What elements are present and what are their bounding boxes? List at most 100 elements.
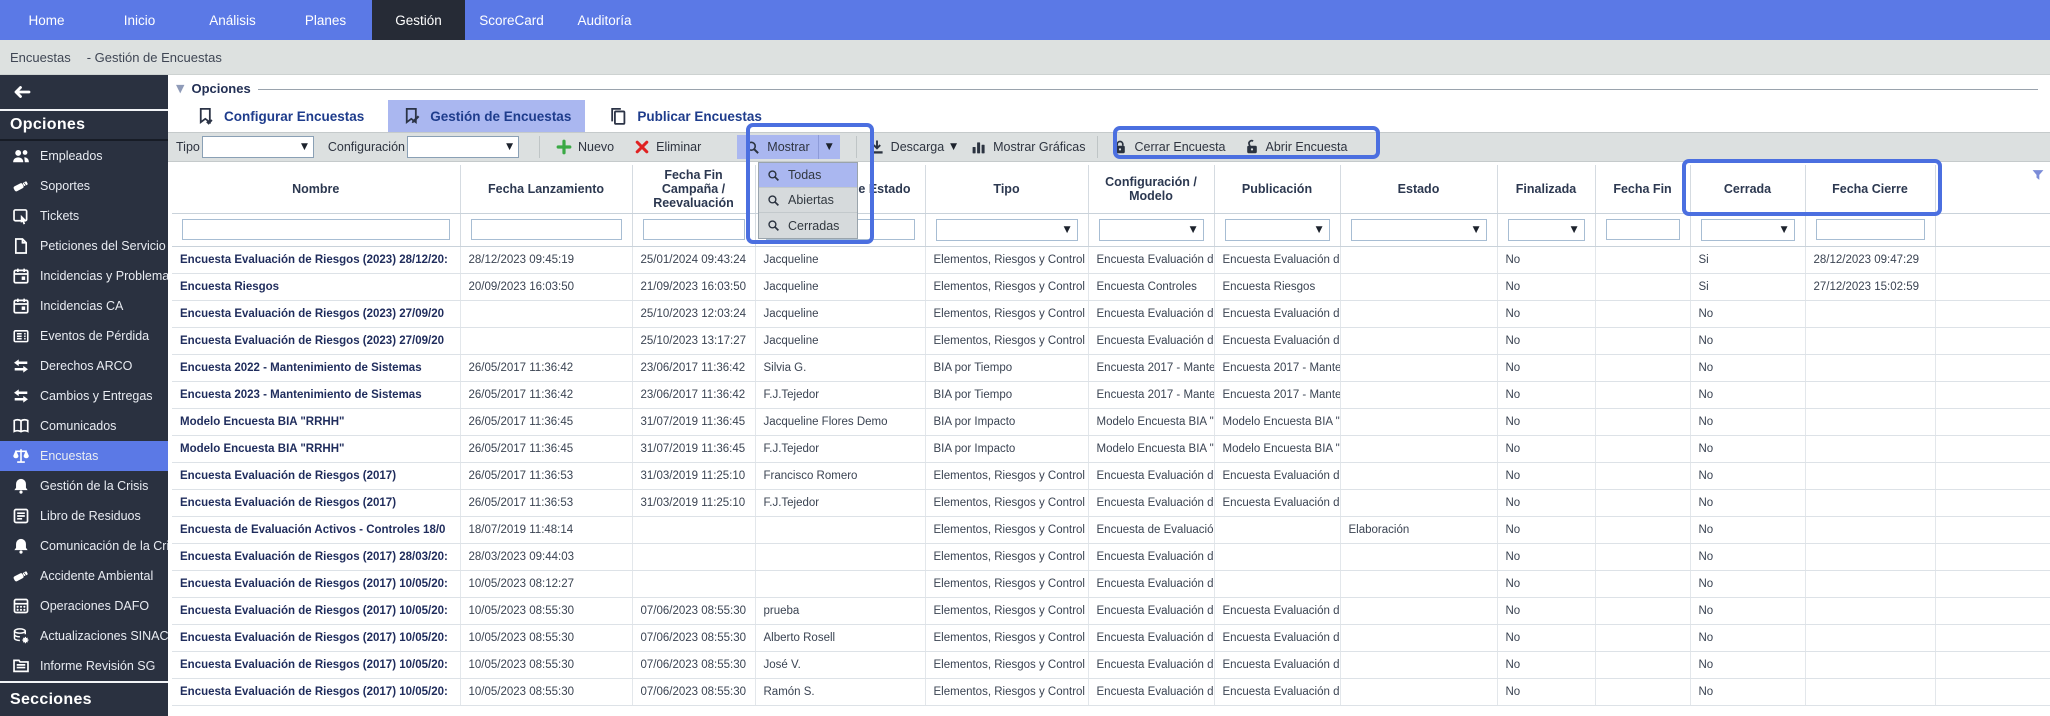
cell-finalizada: No — [1497, 408, 1595, 435]
column-header-cerrada[interactable]: Cerrada — [1690, 165, 1805, 213]
mostrar-dropdown-arrow[interactable]: ▼ — [818, 135, 840, 159]
nav-tab-gestion[interactable]: Gestión — [372, 0, 465, 40]
survey-name-link[interactable]: Encuesta Evaluación de Riesgos (2017) 10… — [180, 686, 448, 698]
sidebar-item-tickets[interactable]: Tickets — [0, 201, 168, 231]
filter-input-fecha-lanzamiento[interactable] — [471, 219, 622, 240]
survey-name-link[interactable]: Encuesta Evaluación de Riesgos (2017) 10… — [180, 605, 448, 617]
sidebar-item-empleados[interactable]: Empleados — [0, 141, 168, 171]
filter-select-cerrada[interactable]: ▼ — [1701, 219, 1795, 241]
filter-select-configuracion-modelo[interactable]: ▼ — [1099, 219, 1204, 241]
sidebar-item-actualizaciones-sinac[interactable]: Actualizaciones SINAC — [0, 621, 168, 651]
breadcrumb-section[interactable]: Encuestas — [10, 50, 71, 65]
filter-input-fecha-fin[interactable] — [1606, 219, 1680, 240]
filter-select-estado[interactable]: ▼ — [1351, 219, 1487, 241]
abrir-encuesta-button[interactable]: Abrir Encuesta — [1244, 139, 1348, 155]
top-nav: HomeInicioAnálisisPlanesGestiónScoreCard… — [0, 0, 2050, 40]
sidebar-collapse-button[interactable] — [0, 75, 168, 111]
column-header-fecha-lanzamiento[interactable]: Fecha Lanzamiento — [460, 165, 632, 213]
mostrar-menu-item-todas[interactable]: Todas — [759, 163, 857, 188]
descarga-button[interactable]: Descarga ▼ — [869, 139, 957, 155]
nav-tab-scorecard[interactable]: ScoreCard — [465, 0, 558, 40]
survey-name-link[interactable]: Encuesta 2023 - Mantenimiento de Sistema… — [180, 389, 422, 401]
nav-tab-planes[interactable]: Planes — [279, 0, 372, 40]
mostrar-graficas-button[interactable]: Mostrar Gráficas — [971, 139, 1085, 155]
sidebar-item-cambios-y-entregas[interactable]: Cambios y Entregas — [0, 381, 168, 411]
survey-name-link[interactable]: Encuesta Evaluación de Riesgos (2017) — [180, 497, 396, 509]
survey-name-link[interactable]: Modelo Encuesta BIA "RRHH" — [180, 416, 344, 428]
sidebar-item-soportes[interactable]: Soportes — [0, 171, 168, 201]
cerrar-encuesta-button[interactable]: Cerrar Encuesta — [1112, 139, 1225, 155]
column-header-tipo[interactable]: Tipo — [925, 165, 1088, 213]
column-header-configuracion-modelo[interactable]: Configuración / Modelo — [1088, 165, 1214, 213]
sidebar-item-operaciones-dafo[interactable]: Operaciones DAFO — [0, 591, 168, 621]
survey-name-link[interactable]: Encuesta 2022 - Mantenimiento de Sistema… — [180, 362, 422, 374]
sidebar-item-peticiones-del-servicio[interactable]: Peticiones del Servicio — [0, 231, 168, 261]
collapse-caret-icon[interactable]: ▼ — [176, 82, 184, 95]
tab-gestion-de-encuestas[interactable]: Gestión de Encuestas — [388, 100, 585, 132]
column-header-fecha-fin[interactable]: Fecha Fin — [1595, 165, 1690, 213]
cell-configuracion-modelo: Modelo Encuesta BIA "RR — [1088, 435, 1214, 462]
tab-configurar-encuestas[interactable]: Configurar Encuestas — [182, 100, 378, 132]
cell-publicacion: Encuesta 2017 - Manteni — [1214, 381, 1340, 408]
nav-tab-inicio[interactable]: Inicio — [93, 0, 186, 40]
sidebar-item-libro-de-residuos[interactable]: Libro de Residuos — [0, 501, 168, 531]
survey-name-link[interactable]: Encuesta de Evaluación Activos - Control… — [180, 524, 445, 536]
survey-name-link[interactable]: Modelo Encuesta BIA "RRHH" — [180, 443, 344, 455]
tab-publicar-encuestas[interactable]: Publicar Encuestas — [595, 100, 776, 132]
filter-input-fecha-cierre[interactable] — [1816, 219, 1925, 240]
cell-gutter — [1935, 273, 2050, 300]
sidebar-item-gestion-de-la-crisis[interactable]: Gestión de la Crisis — [0, 471, 168, 501]
survey-name-link[interactable]: Encuesta Evaluación de Riesgos (2017) — [180, 470, 396, 482]
filter-select-finalizada[interactable]: ▼ — [1508, 219, 1585, 241]
column-header-fecha-fin-campana-reevaluacion[interactable]: Fecha Fin Campaña / Reevaluación — [632, 165, 755, 213]
tipo-select[interactable]: ▼ — [202, 136, 314, 158]
filter-input-fecha-fin-campana-reevaluacion[interactable] — [643, 219, 745, 240]
sidebar-item-eventos-de-perdida[interactable]: Eventos de Pérdida — [0, 321, 168, 351]
survey-name-link[interactable]: Encuesta Evaluación de Riesgos (2023) 28… — [180, 254, 448, 266]
sidebar-item-derechos-arco[interactable]: Derechos ARCO — [0, 351, 168, 381]
column-header-fecha-cierre[interactable]: Fecha Cierre — [1805, 165, 1935, 213]
sidebar-sections-header[interactable]: Secciones — [0, 681, 168, 716]
column-header-estado[interactable]: Estado — [1340, 165, 1497, 213]
sidebar-item-encuestas[interactable]: Encuestas — [0, 441, 168, 471]
cell-nombre: Encuesta Evaluación de Riesgos (2023) 27… — [172, 300, 460, 327]
sidebar-item-incidencias-ca[interactable]: Incidencias CA — [0, 291, 168, 321]
column-header-finalizada[interactable]: Finalizada — [1497, 165, 1595, 213]
survey-name-link[interactable]: Encuesta Evaluación de Riesgos (2017) 10… — [180, 632, 448, 644]
mostrar-button[interactable]: Mostrar ▼ — [737, 135, 839, 159]
column-header-publicacion[interactable]: Publicación — [1214, 165, 1340, 213]
cell-fecha-lanzamiento: 10/05/2023 08:55:30 — [460, 651, 632, 678]
sidebar-item-comunicados[interactable]: Comunicados — [0, 411, 168, 441]
nuevo-button[interactable]: Nuevo — [556, 139, 614, 155]
sidebar-item-comunicacion-de-la-crisis[interactable]: Comunicación de la Crisis — [0, 531, 168, 561]
configuracion-select[interactable]: ▼ — [407, 136, 519, 158]
filter-funnel-icon[interactable] — [2031, 168, 2045, 182]
survey-name-link[interactable]: Encuesta Riesgos — [180, 281, 279, 293]
survey-name-link[interactable]: Encuesta Evaluación de Riesgos (2023) 27… — [180, 308, 444, 320]
eliminar-button[interactable]: Eliminar — [634, 139, 701, 155]
cell-gutter — [1935, 624, 2050, 651]
sidebar-item-incidencias-y-problemas[interactable]: Incidencias y Problemas — [0, 261, 168, 291]
survey-name-link[interactable]: Encuesta Evaluación de Riesgos (2017) 10… — [180, 578, 448, 590]
nav-tab-analisis[interactable]: Análisis — [186, 0, 279, 40]
sidebar-item-accidente-ambiental[interactable]: Accidente Ambiental — [0, 561, 168, 591]
mostrar-menu-item-cerradas[interactable]: Cerradas — [759, 213, 857, 238]
column-header-nombre[interactable]: Nombre — [172, 165, 460, 213]
nav-tab-auditoria[interactable]: Auditoría — [558, 0, 651, 40]
survey-name-link[interactable]: Encuesta Evaluación de Riesgos (2017) 10… — [180, 659, 448, 671]
filter-input-nombre[interactable] — [182, 219, 450, 240]
cell-fecha-cierre — [1805, 489, 1935, 516]
nav-tab-home[interactable]: Home — [0, 0, 93, 40]
sidebar-item-label: Accidente Ambiental — [40, 569, 153, 583]
survey-name-link[interactable]: Encuesta Evaluación de Riesgos (2017) 28… — [180, 551, 448, 563]
cell-tipo: BIA por Impacto — [925, 408, 1088, 435]
filter-select-publicacion[interactable]: ▼ — [1225, 219, 1330, 241]
sidebar-item-label: Soportes — [40, 179, 90, 193]
sidebar-item-informe-revision-sg[interactable]: Informe Revisión SG — [0, 651, 168, 681]
cell-publicacion — [1214, 570, 1340, 597]
mostrar-menu-item-abiertas[interactable]: Abiertas — [759, 188, 857, 213]
survey-name-link[interactable]: Encuesta Evaluación de Riesgos (2023) 27… — [180, 335, 444, 347]
mostrar-dropdown-menu: TodasAbiertasCerradas — [758, 162, 858, 239]
filter-select-tipo[interactable]: ▼ — [936, 219, 1078, 241]
cell-fecha-fin — [1595, 516, 1690, 543]
